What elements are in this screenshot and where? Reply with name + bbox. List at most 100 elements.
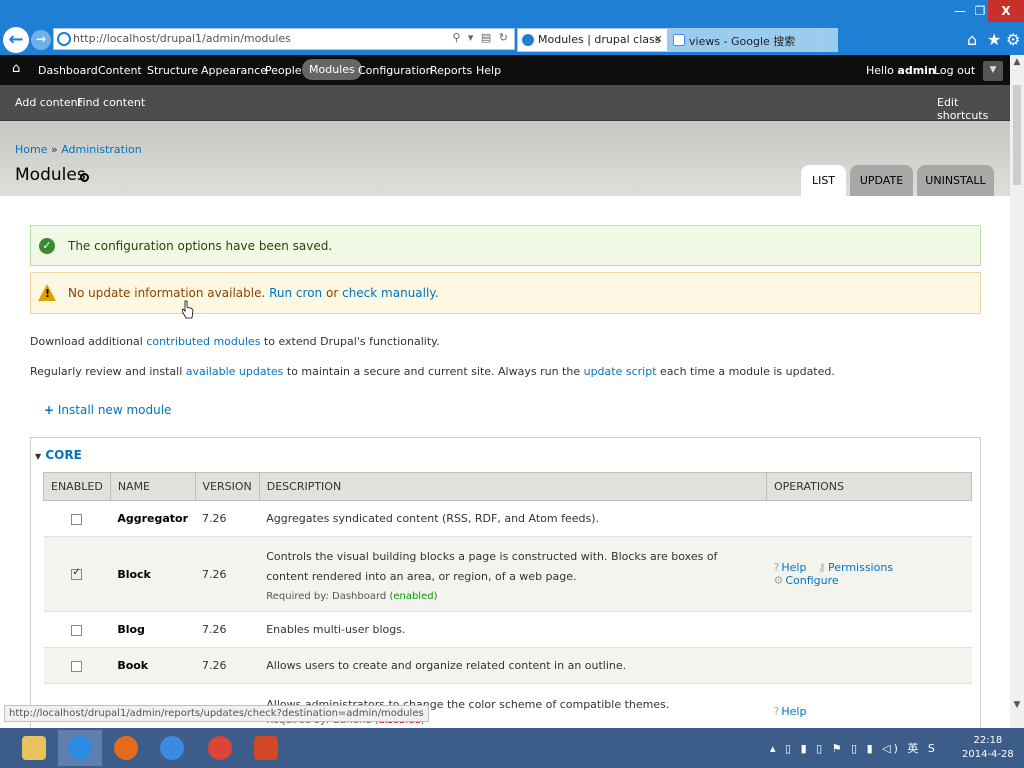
check-manually-link[interactable]: check manually bbox=[342, 286, 435, 300]
key-icon: ⚷ bbox=[817, 561, 826, 574]
required-by-prefix: Required by: Dashboard ( bbox=[266, 590, 394, 602]
warning-message-text: No update information available. Run cro… bbox=[68, 286, 439, 300]
enable-checkbox-book[interactable] bbox=[71, 660, 83, 672]
install-new-module-label: Install new module bbox=[57, 403, 172, 417]
toolbar-home-icon[interactable]: ⌂ bbox=[12, 61, 20, 76]
toolbar-item-modules[interactable]: Modules bbox=[302, 59, 362, 80]
page-title: Modules bbox=[15, 165, 86, 185]
table-header-row: ENABLED NAME VERSION DESCRIPTION OPERATI… bbox=[43, 472, 972, 501]
taskbar-app-s[interactable] bbox=[150, 730, 194, 766]
favorites-star-icon[interactable]: ★ bbox=[987, 30, 1001, 49]
toolbar-item-content[interactable]: Content bbox=[98, 64, 142, 77]
contextual-gear-icon[interactable] bbox=[80, 173, 89, 182]
toolbar-item-configuration[interactable]: Configuration bbox=[358, 64, 433, 77]
toolbar-item-appearance[interactable]: Appearance bbox=[201, 64, 267, 77]
back-button[interactable]: ← bbox=[3, 27, 29, 53]
firefox-icon bbox=[114, 736, 138, 760]
module-ops: ? Help ⚷ Permissions ⚙ Configure bbox=[766, 536, 972, 612]
vertical-scrollbar[interactable]: ▲ ▼ bbox=[1010, 55, 1024, 728]
windows-taskbar: ▴ ▯ ▮ ▯ ⚑ ▯ ▮ ◁) 英 S 22:18 2014-4-28 bbox=[0, 728, 1024, 768]
run-cron-link[interactable]: Run cron bbox=[269, 286, 322, 300]
contributed-modules-link[interactable]: contributed modules bbox=[146, 335, 260, 348]
checkmark-icon: ✓ bbox=[39, 238, 55, 254]
p1-before: Download additional bbox=[30, 335, 143, 348]
enable-checkbox-block[interactable] bbox=[71, 567, 83, 580]
scroll-down-icon[interactable]: ▼ bbox=[1010, 700, 1024, 710]
toolbar-item-people[interactable]: People bbox=[265, 64, 302, 77]
taskbar-chrome[interactable] bbox=[198, 730, 242, 766]
scroll-up-icon[interactable]: ▲ bbox=[1010, 57, 1024, 67]
toolbar-item-structure[interactable]: Structure bbox=[147, 64, 198, 77]
admin-toolbar: ⌂ Dashboard Content Structure Appearance… bbox=[0, 55, 1010, 85]
forward-button[interactable]: → bbox=[31, 30, 51, 50]
required-by-status: enabled bbox=[393, 590, 434, 602]
system-tray-icons[interactable]: ▴ ▯ ▮ ▯ ⚑ ▯ ▮ ◁) 英 S bbox=[770, 740, 938, 756]
module-name: Blog bbox=[110, 611, 195, 648]
home-icon[interactable]: ⌂ bbox=[967, 30, 977, 49]
breadcrumb: Home » Administration bbox=[15, 143, 142, 156]
help-link[interactable]: ? Help bbox=[774, 705, 807, 718]
col-operations: OPERATIONS bbox=[766, 472, 972, 501]
configure-link[interactable]: ⚙ Configure bbox=[774, 574, 839, 587]
install-new-module-link[interactable]: + Install new module bbox=[44, 403, 171, 417]
edit-shortcuts-link[interactable]: Edit shortcuts bbox=[937, 96, 1010, 122]
configure-link-label: Configure bbox=[785, 574, 839, 587]
settings-gear-icon[interactable]: ⚙ bbox=[1006, 30, 1020, 49]
maximize-button[interactable]: ❐ bbox=[972, 0, 988, 22]
enable-checkbox-blog[interactable] bbox=[71, 624, 83, 636]
plus-icon: + bbox=[44, 403, 55, 417]
address-bar-row: ← → http://localhost/drupal1/admin/modul… bbox=[0, 24, 1024, 55]
powerpoint-icon bbox=[254, 736, 278, 760]
enable-checkbox-aggregator[interactable] bbox=[71, 513, 83, 525]
url-tools-icons[interactable]: ⚲ ▾ ▤ ↻ bbox=[452, 31, 510, 44]
module-ops bbox=[766, 500, 972, 537]
main-content: ✓ The configuration options have been sa… bbox=[0, 196, 1010, 728]
clock-date: 2014-4-28 bbox=[962, 749, 1014, 760]
breadcrumb-home[interactable]: Home bbox=[15, 143, 47, 156]
shortcut-add-content[interactable]: Add content bbox=[15, 96, 82, 109]
username[interactable]: admin bbox=[897, 64, 935, 77]
help-link[interactable]: ? Help bbox=[774, 561, 807, 574]
logout-link[interactable]: Log out bbox=[934, 64, 975, 77]
drupal-favicon-icon bbox=[522, 34, 534, 46]
available-updates-link[interactable]: available updates bbox=[186, 365, 284, 378]
taskbar-internet-explorer[interactable] bbox=[58, 730, 102, 766]
core-legend[interactable]: ▼ CORE bbox=[35, 448, 82, 462]
tab-list[interactable]: LIST bbox=[801, 165, 846, 196]
tab-update[interactable]: UPDATE bbox=[850, 165, 913, 196]
new-tab-button[interactable] bbox=[818, 28, 838, 52]
module-name: Block bbox=[110, 536, 195, 612]
p2-after: each time a module is updated. bbox=[660, 365, 835, 378]
tab-uninstall[interactable]: UNINSTALL bbox=[917, 165, 994, 196]
toolbar-item-reports[interactable]: Reports bbox=[430, 64, 472, 77]
tab-google-views[interactable]: views - Google 搜索 bbox=[668, 28, 818, 52]
modules-table: ENABLED NAME VERSION DESCRIPTION OPERATI… bbox=[43, 472, 972, 728]
enabled-cell bbox=[43, 536, 111, 612]
url-input[interactable]: http://localhost/drupal1/admin/modules ⚲… bbox=[53, 28, 515, 50]
taskbar-clock[interactable]: 22:18 2014-4-28 bbox=[962, 734, 1014, 762]
tab-close-icon[interactable]: × bbox=[654, 32, 663, 45]
close-window-button[interactable]: X bbox=[988, 0, 1024, 22]
taskbar-firefox[interactable] bbox=[104, 730, 148, 766]
toolbar-drawer-toggle[interactable]: ▼ bbox=[983, 61, 1003, 81]
help-link-label: Help bbox=[781, 561, 807, 574]
update-script-link[interactable]: update script bbox=[584, 365, 657, 378]
required-by-suffix: ) bbox=[433, 590, 438, 602]
scroll-thumb[interactable] bbox=[1013, 85, 1021, 185]
url-text: http://localhost/drupal1/admin/modules bbox=[73, 32, 291, 45]
breadcrumb-administration[interactable]: Administration bbox=[61, 143, 142, 156]
minimize-button[interactable]: — bbox=[948, 0, 972, 22]
warning-period: . bbox=[434, 286, 439, 300]
taskbar-file-explorer[interactable] bbox=[12, 730, 56, 766]
permissions-link[interactable]: ⚷ Permissions bbox=[818, 561, 893, 574]
toolbar-item-help[interactable]: Help bbox=[476, 64, 501, 77]
module-description: Controls the visual building blocks a pa… bbox=[266, 549, 718, 583]
module-version: 7.26 bbox=[195, 536, 260, 612]
help-icon: ? bbox=[773, 705, 780, 718]
toolbar-item-dashboard[interactable]: Dashboard bbox=[38, 64, 98, 77]
col-name: NAME bbox=[109, 472, 196, 501]
warning-or-text: or bbox=[325, 286, 339, 300]
shortcut-find-content[interactable]: Find content bbox=[77, 96, 145, 109]
tab-modules[interactable]: Modules | drupal class × bbox=[517, 28, 668, 52]
taskbar-powerpoint[interactable] bbox=[244, 730, 288, 766]
